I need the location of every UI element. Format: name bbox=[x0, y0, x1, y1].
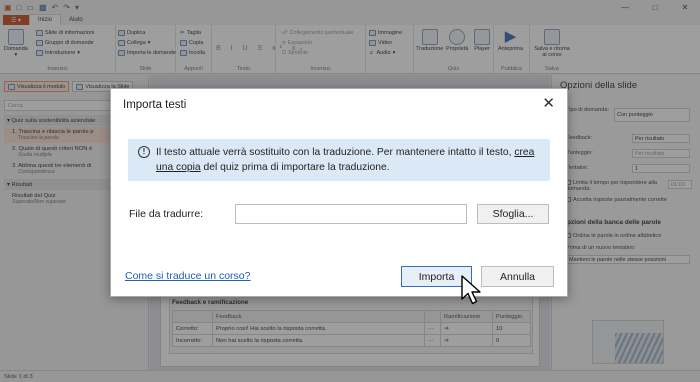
info-banner: ! Il testo attuale verrà sostituito con … bbox=[128, 139, 550, 181]
browse-button[interactable]: Sfoglia... bbox=[477, 204, 549, 224]
mouse-cursor-icon bbox=[461, 275, 481, 305]
info-icon: ! bbox=[138, 146, 150, 158]
file-path-input[interactable] bbox=[235, 204, 467, 224]
cancel-button[interactable]: Annulla bbox=[481, 266, 554, 287]
close-icon[interactable]: ✕ bbox=[542, 95, 555, 113]
import-texts-dialog: Importa testi ✕ ! Il testo attuale verrà… bbox=[110, 88, 568, 297]
dialog-title: Importa testi bbox=[123, 99, 187, 111]
file-label: File da tradurre: bbox=[129, 208, 204, 220]
help-translate-link[interactable]: Come si traduce un corso? bbox=[125, 270, 250, 282]
info-text: Il testo attuale verrà sostituito con la… bbox=[156, 147, 535, 173]
